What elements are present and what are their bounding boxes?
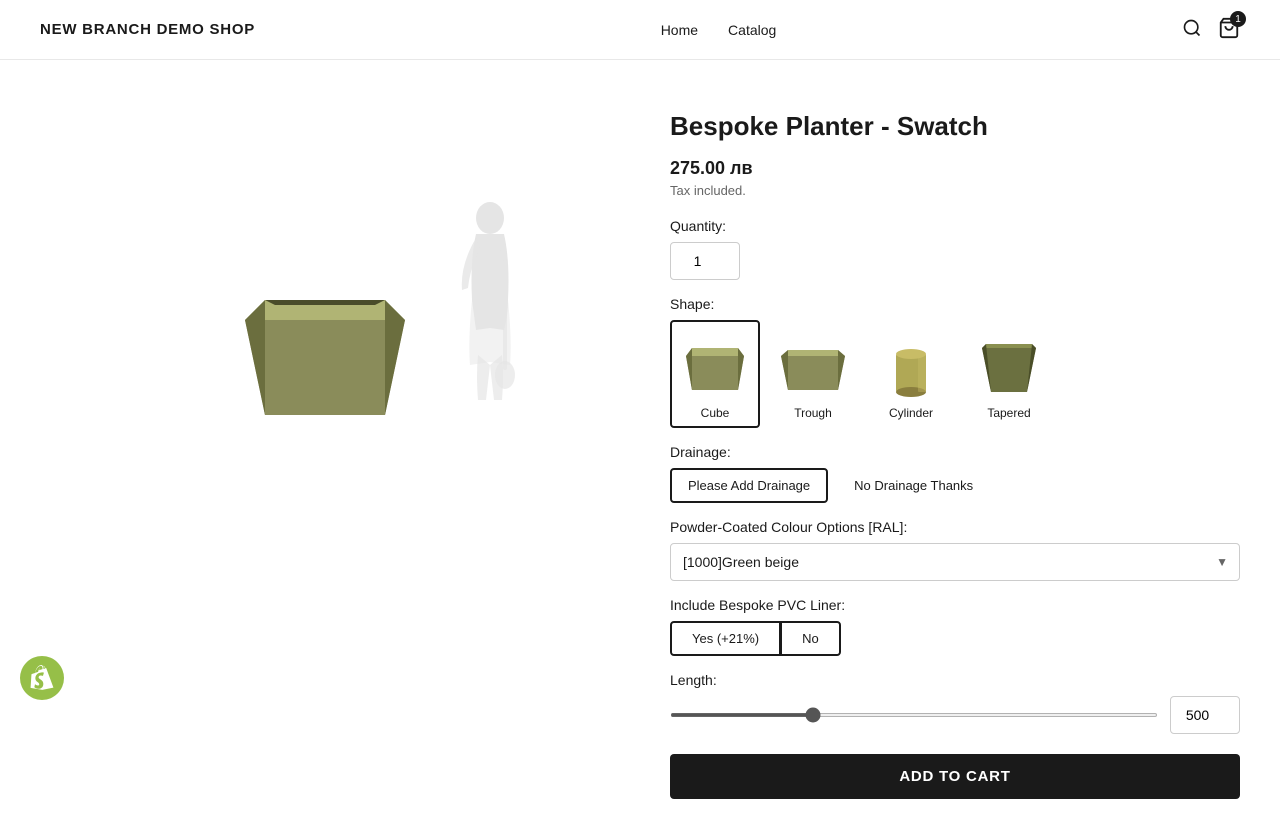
product-detail-section: Bespoke Planter - Swatch 275.00 лв Tax i… [670, 100, 1240, 799]
quantity-input[interactable] [670, 242, 740, 280]
length-section: Length: [670, 672, 1240, 734]
shape-options: Cube Trough [670, 320, 1240, 428]
shape-tapered-label: Tapered [987, 406, 1030, 420]
shape-option-cube[interactable]: Cube [670, 320, 760, 428]
shape-option-tapered[interactable]: Tapered [964, 320, 1054, 428]
product-image-area [40, 140, 610, 540]
shape-cube-img [678, 328, 752, 402]
cart-count-badge: 1 [1230, 11, 1246, 27]
liner-label: Include Bespoke PVC Liner: [670, 597, 1240, 613]
liner-yes-btn[interactable]: Yes (+21%) [670, 621, 781, 656]
cart-icon[interactable]: 1 [1218, 17, 1240, 42]
shape-trough-img [776, 328, 850, 402]
shopify-badge[interactable] [20, 656, 64, 700]
tax-info: Tax included. [670, 183, 1240, 198]
shape-option-cylinder[interactable]: Cylinder [866, 320, 956, 428]
drainage-options: Please Add Drainage No Drainage Thanks [670, 468, 1240, 503]
shape-tapered-img [972, 328, 1046, 402]
colour-select-wrapper: [1000]Green beige[1001]Beige[1002]Sand y… [670, 543, 1240, 581]
nav-catalog[interactable]: Catalog [728, 22, 776, 38]
product-image-section [40, 100, 610, 799]
drainage-add-btn[interactable]: Please Add Drainage [670, 468, 828, 503]
shape-cylinder-label: Cylinder [889, 406, 933, 420]
quantity-label: Quantity: [670, 218, 1240, 234]
nav-home[interactable]: Home [661, 22, 698, 38]
drainage-none-btn[interactable]: No Drainage Thanks [836, 468, 991, 503]
liner-no-btn[interactable]: No [781, 621, 841, 656]
human-silhouette [440, 200, 530, 410]
colour-label: Powder-Coated Colour Options [RAL]: [670, 519, 1240, 535]
search-icon[interactable] [1182, 18, 1202, 41]
main-content: Bespoke Planter - Swatch 275.00 лв Tax i… [0, 60, 1280, 839]
shape-cube-label: Cube [701, 406, 730, 420]
header-icons: 1 [1182, 17, 1240, 42]
site-logo: NEW BRANCH DEMO SHOP [40, 21, 255, 38]
product-price: 275.00 лв [670, 158, 1240, 179]
shape-label: Shape: [670, 296, 1240, 312]
shape-trough-label: Trough [794, 406, 832, 420]
length-label: Length: [670, 672, 1240, 688]
liner-options: Yes (+21%) No [670, 621, 1240, 656]
shape-option-trough[interactable]: Trough [768, 320, 858, 428]
site-header: NEW BRANCH DEMO SHOP Home Catalog 1 [0, 0, 1280, 60]
length-slider[interactable] [670, 713, 1158, 717]
drainage-label: Drainage: [670, 444, 1240, 460]
main-nav: Home Catalog [661, 22, 777, 38]
length-input[interactable] [1170, 696, 1240, 734]
shape-cylinder-img [874, 328, 948, 402]
cube-planter-image [225, 250, 425, 430]
length-row [670, 696, 1240, 734]
add-to-cart-button[interactable]: ADD TO CART [670, 754, 1240, 799]
colour-select[interactable]: [1000]Green beige[1001]Beige[1002]Sand y… [670, 543, 1240, 581]
product-title: Bespoke Planter - Swatch [670, 110, 1240, 144]
